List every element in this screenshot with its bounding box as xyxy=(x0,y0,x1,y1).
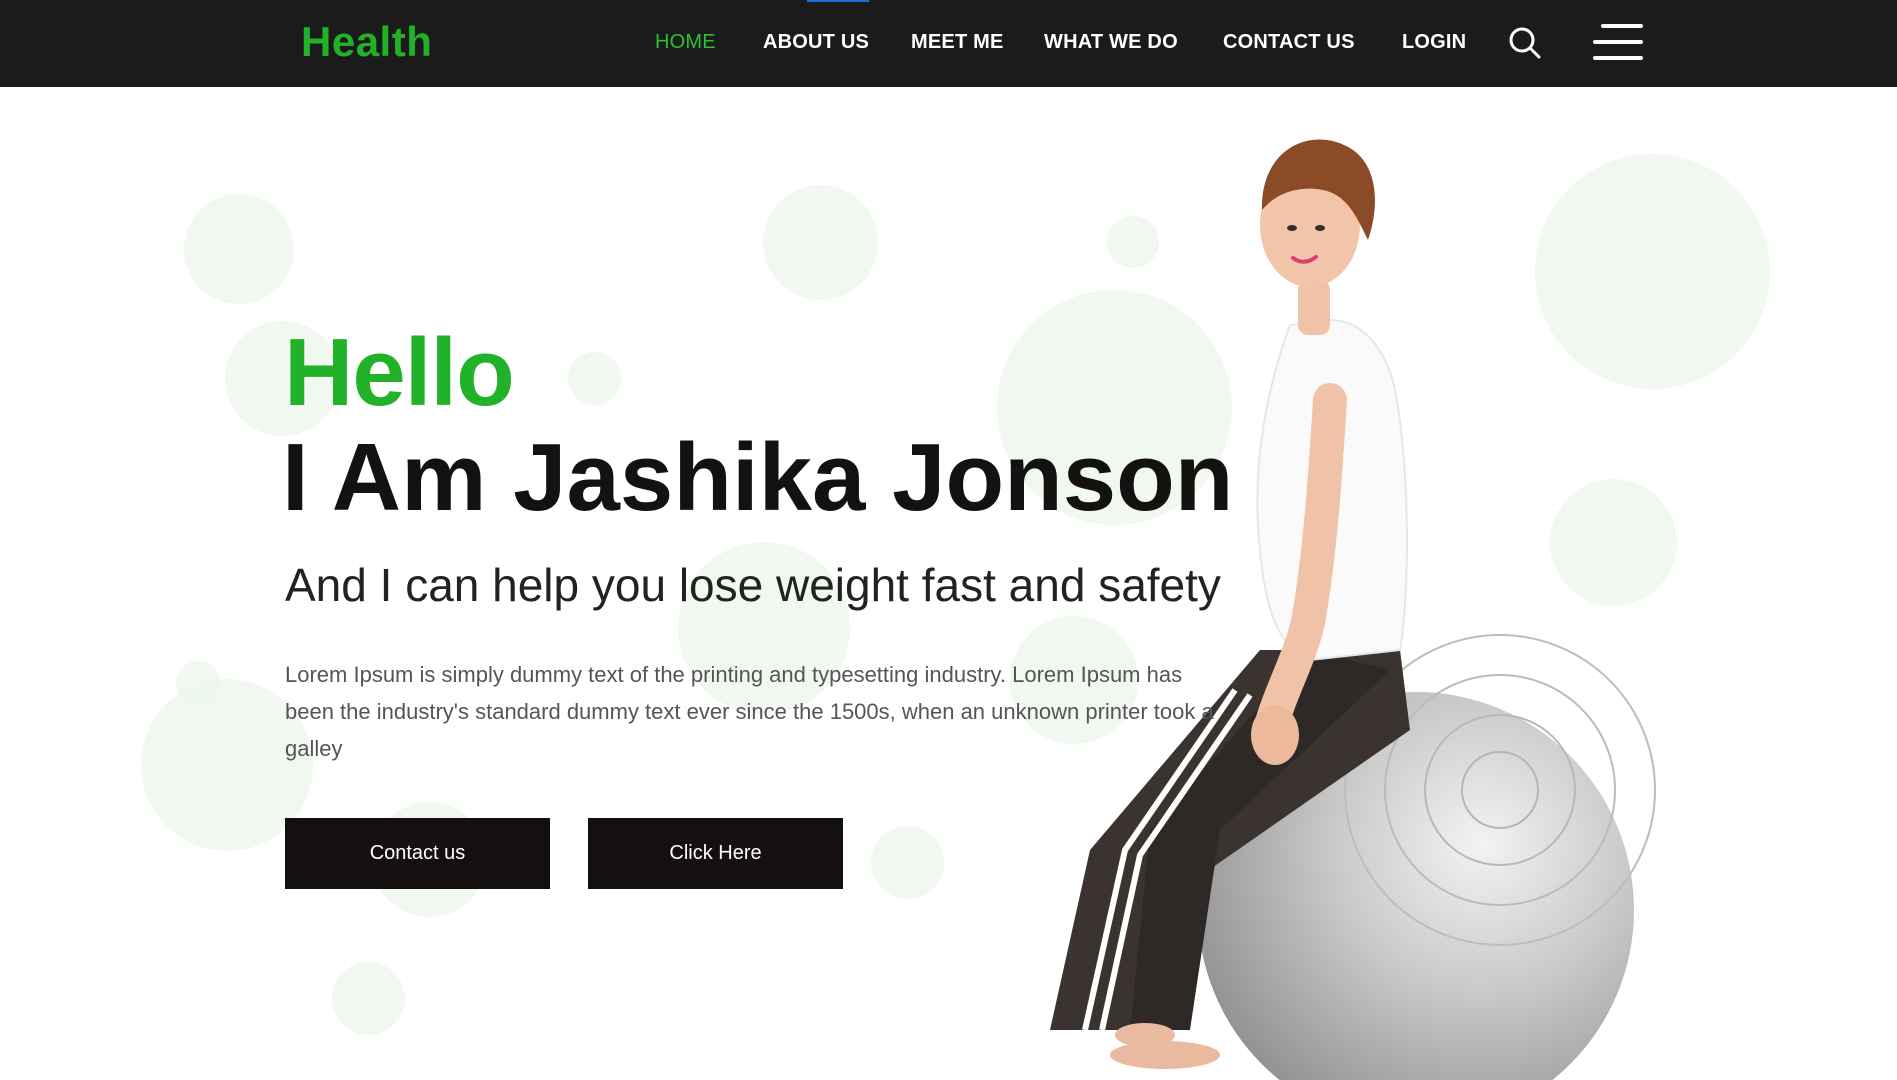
nav-item-contact-us[interactable]: CONTACT US xyxy=(1223,31,1355,54)
decor-bubble xyxy=(332,962,405,1035)
hero-title: I Am Jashika Jonson xyxy=(282,424,1234,531)
nav-item-meet-me[interactable]: MEET ME xyxy=(911,31,1004,54)
decor-bubble xyxy=(184,194,294,304)
top-navigation-bar: Health HOME ABOUT US MEET ME WHAT WE DO … xyxy=(0,0,1897,87)
hamburger-menu-icon[interactable] xyxy=(1593,22,1643,62)
nav-item-about-us[interactable]: ABOUT US xyxy=(763,31,869,54)
hero-greeting: Hello xyxy=(284,319,515,426)
main-nav: HOME ABOUT US MEET ME WHAT WE DO CONTACT… xyxy=(0,0,1897,87)
contact-us-button[interactable]: Contact us xyxy=(285,818,550,889)
decor-bubble xyxy=(763,185,878,300)
decor-bubble xyxy=(568,352,621,405)
decor-bubble xyxy=(176,661,220,705)
click-here-button[interactable]: Click Here xyxy=(588,818,843,889)
nav-item-what-we-do[interactable]: WHAT WE DO xyxy=(1044,31,1178,54)
hero-description: Lorem Ipsum is simply dummy text of the … xyxy=(285,662,1214,761)
nav-item-login[interactable]: LOGIN xyxy=(1402,31,1466,54)
hero-tagline: And I can help you lose weight fast and … xyxy=(285,559,1221,611)
decor-bubble xyxy=(871,826,944,899)
nav-item-home[interactable]: HOME xyxy=(655,31,716,54)
search-icon[interactable] xyxy=(1508,26,1542,60)
